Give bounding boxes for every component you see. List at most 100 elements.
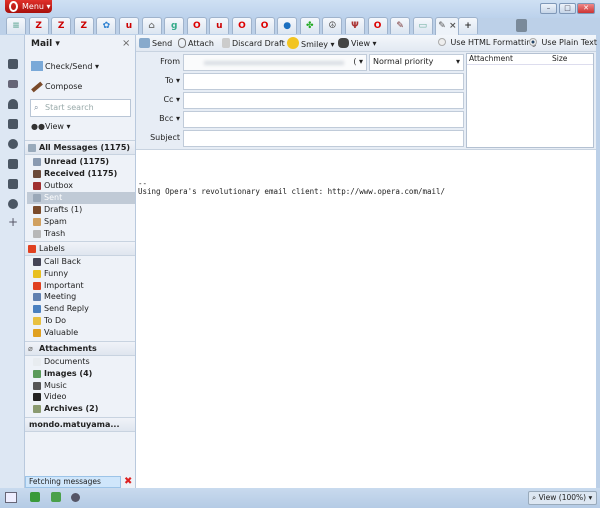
tab[interactable]: ☮: [322, 17, 343, 34]
add-panel-icon[interactable]: +: [8, 215, 18, 229]
tab[interactable]: ✤: [299, 17, 320, 34]
widgets-icon[interactable]: [8, 119, 18, 129]
from-field[interactable]: ( ▾: [183, 54, 367, 71]
unite-icon[interactable]: [8, 139, 18, 149]
mail-icon[interactable]: [8, 80, 18, 88]
priority-select[interactable]: Normal priority ▾: [369, 54, 464, 71]
z-site-icon: Z: [80, 21, 88, 31]
maximize-button[interactable]: □: [559, 3, 576, 14]
labels-header[interactable]: Labels: [25, 241, 135, 256]
discard-draft-button[interactable]: Discard Draft: [222, 38, 285, 48]
mail-panel: Mail ▾ × Check/Send ▾ Compose ⌕ Start sea…: [25, 35, 136, 488]
cancel-fetch-icon[interactable]: ✖: [124, 476, 132, 487]
tab[interactable]: O: [254, 17, 275, 34]
folder-item[interactable]: Video: [31, 391, 135, 403]
tab[interactable]: Z: [73, 17, 94, 34]
tab[interactable]: g: [164, 17, 185, 34]
folder-label: Archives (2): [44, 404, 99, 414]
panel-selector: +: [0, 35, 25, 488]
attachments-label: Attachments: [39, 344, 97, 353]
view-button[interactable]: ●●View ▾: [31, 122, 71, 131]
bcc-field[interactable]: [183, 111, 464, 128]
attachment-list[interactable]: Attachment Size: [466, 53, 594, 148]
attachments-header[interactable]: ⌀ Attachments: [25, 341, 135, 356]
folder-item[interactable]: Call Back: [31, 256, 135, 268]
folder-icon: [33, 393, 41, 402]
folder-item[interactable]: Drafts (1): [31, 204, 135, 216]
folder-item[interactable]: Meeting: [31, 291, 135, 303]
folder-item[interactable]: Music: [31, 380, 135, 392]
opera-menu-button[interactable]: Menu ▾: [5, 0, 52, 13]
folder-item[interactable]: Important: [31, 280, 135, 292]
tab[interactable]: ✎: [390, 17, 411, 34]
to-field[interactable]: [183, 73, 464, 90]
tab[interactable]: u: [119, 17, 139, 34]
tab[interactable]: O: [186, 17, 207, 34]
tab[interactable]: ▭: [412, 17, 433, 34]
sync-icon[interactable]: [30, 492, 40, 502]
folder-item[interactable]: To Do: [31, 315, 135, 327]
tab[interactable]: Z: [28, 17, 49, 34]
folder-item[interactable]: Documents: [31, 356, 135, 368]
tab[interactable]: ✿: [96, 17, 117, 34]
folder-item[interactable]: Unread (1175): [31, 156, 135, 168]
contacts-icon[interactable]: [8, 99, 18, 109]
mail-panel-title[interactable]: Mail ▾: [31, 39, 60, 49]
compose-button[interactable]: Compose: [31, 81, 82, 93]
search-input[interactable]: ⌕ Start search: [30, 99, 131, 117]
folder-item[interactable]: Outbox: [31, 180, 135, 192]
trash-can-icon[interactable]: [516, 19, 527, 32]
tab[interactable]: u: [209, 17, 230, 34]
from-dropdown[interactable]: ( ▾: [353, 57, 363, 66]
folder-item[interactable]: Sent: [27, 192, 135, 204]
attach-button[interactable]: Attach: [178, 38, 214, 48]
column-attachment[interactable]: Attachment: [469, 54, 513, 63]
cc-field[interactable]: [183, 92, 464, 109]
tab[interactable]: ≡: [6, 17, 26, 34]
tab[interactable]: ✎ ×: [435, 17, 460, 35]
minimize-button[interactable]: –: [540, 3, 557, 14]
html-format-radio[interactable]: Use HTML Formatting: [438, 38, 537, 47]
tab[interactable]: O: [232, 17, 252, 34]
folder-item[interactable]: Valuable: [31, 327, 135, 339]
plain-text-radio[interactable]: Use Plain Text: [529, 38, 597, 47]
tab[interactable]: ⌂: [141, 17, 162, 34]
tab[interactable]: Z: [51, 17, 72, 34]
unite-status-icon[interactable]: [51, 492, 61, 502]
message-body[interactable]: -- Using Opera's revolutionary email cli…: [138, 180, 445, 196]
folder-item[interactable]: Send Reply: [31, 303, 135, 315]
from-label: From: [160, 57, 180, 66]
zoom-view-button[interactable]: ⌕ View (100%) ▾: [528, 491, 597, 505]
smiley-button[interactable]: Smiley ▾: [287, 37, 335, 49]
folder-label: Video: [44, 392, 67, 402]
tab[interactable]: ●: [277, 17, 298, 34]
column-size[interactable]: Size: [552, 54, 567, 63]
folder-item[interactable]: Images (4): [31, 368, 135, 380]
downloads-icon[interactable]: [8, 179, 18, 189]
attach-label: Attach: [188, 39, 214, 48]
check-send-button[interactable]: Check/Send ▾: [31, 61, 99, 71]
account-header[interactable]: mondo.matuyama...: [25, 417, 135, 432]
subject-field[interactable]: [183, 130, 464, 147]
history-icon[interactable]: [8, 199, 18, 209]
turbo-icon[interactable]: [71, 493, 80, 502]
to-label[interactable]: To ▾: [140, 76, 180, 85]
folder-item[interactable]: Received (1175): [31, 168, 135, 180]
cc-label[interactable]: Cc ▾: [140, 95, 180, 104]
folder-item[interactable]: Funny: [31, 268, 135, 280]
bookmarks-icon[interactable]: [8, 59, 18, 69]
folder-item[interactable]: Spam: [31, 216, 135, 228]
tab[interactable]: O: [367, 17, 388, 34]
close-window-button[interactable]: ✕: [577, 3, 595, 14]
toggle-panel-icon[interactable]: [5, 492, 17, 503]
tab[interactable]: Ψ: [345, 17, 365, 34]
send-button[interactable]: Send: [139, 38, 172, 48]
notes-icon[interactable]: [8, 159, 18, 169]
folder-item[interactable]: Trash: [31, 228, 135, 240]
view-button[interactable]: View ▾: [338, 38, 377, 48]
new-tab-button[interactable]: +: [458, 17, 478, 34]
all-messages-header[interactable]: All Messages (1175): [25, 140, 135, 155]
close-panel-icon[interactable]: ×: [122, 38, 130, 49]
bcc-label[interactable]: Bcc ▾: [140, 114, 180, 123]
folder-item[interactable]: Archives (2): [31, 403, 135, 415]
